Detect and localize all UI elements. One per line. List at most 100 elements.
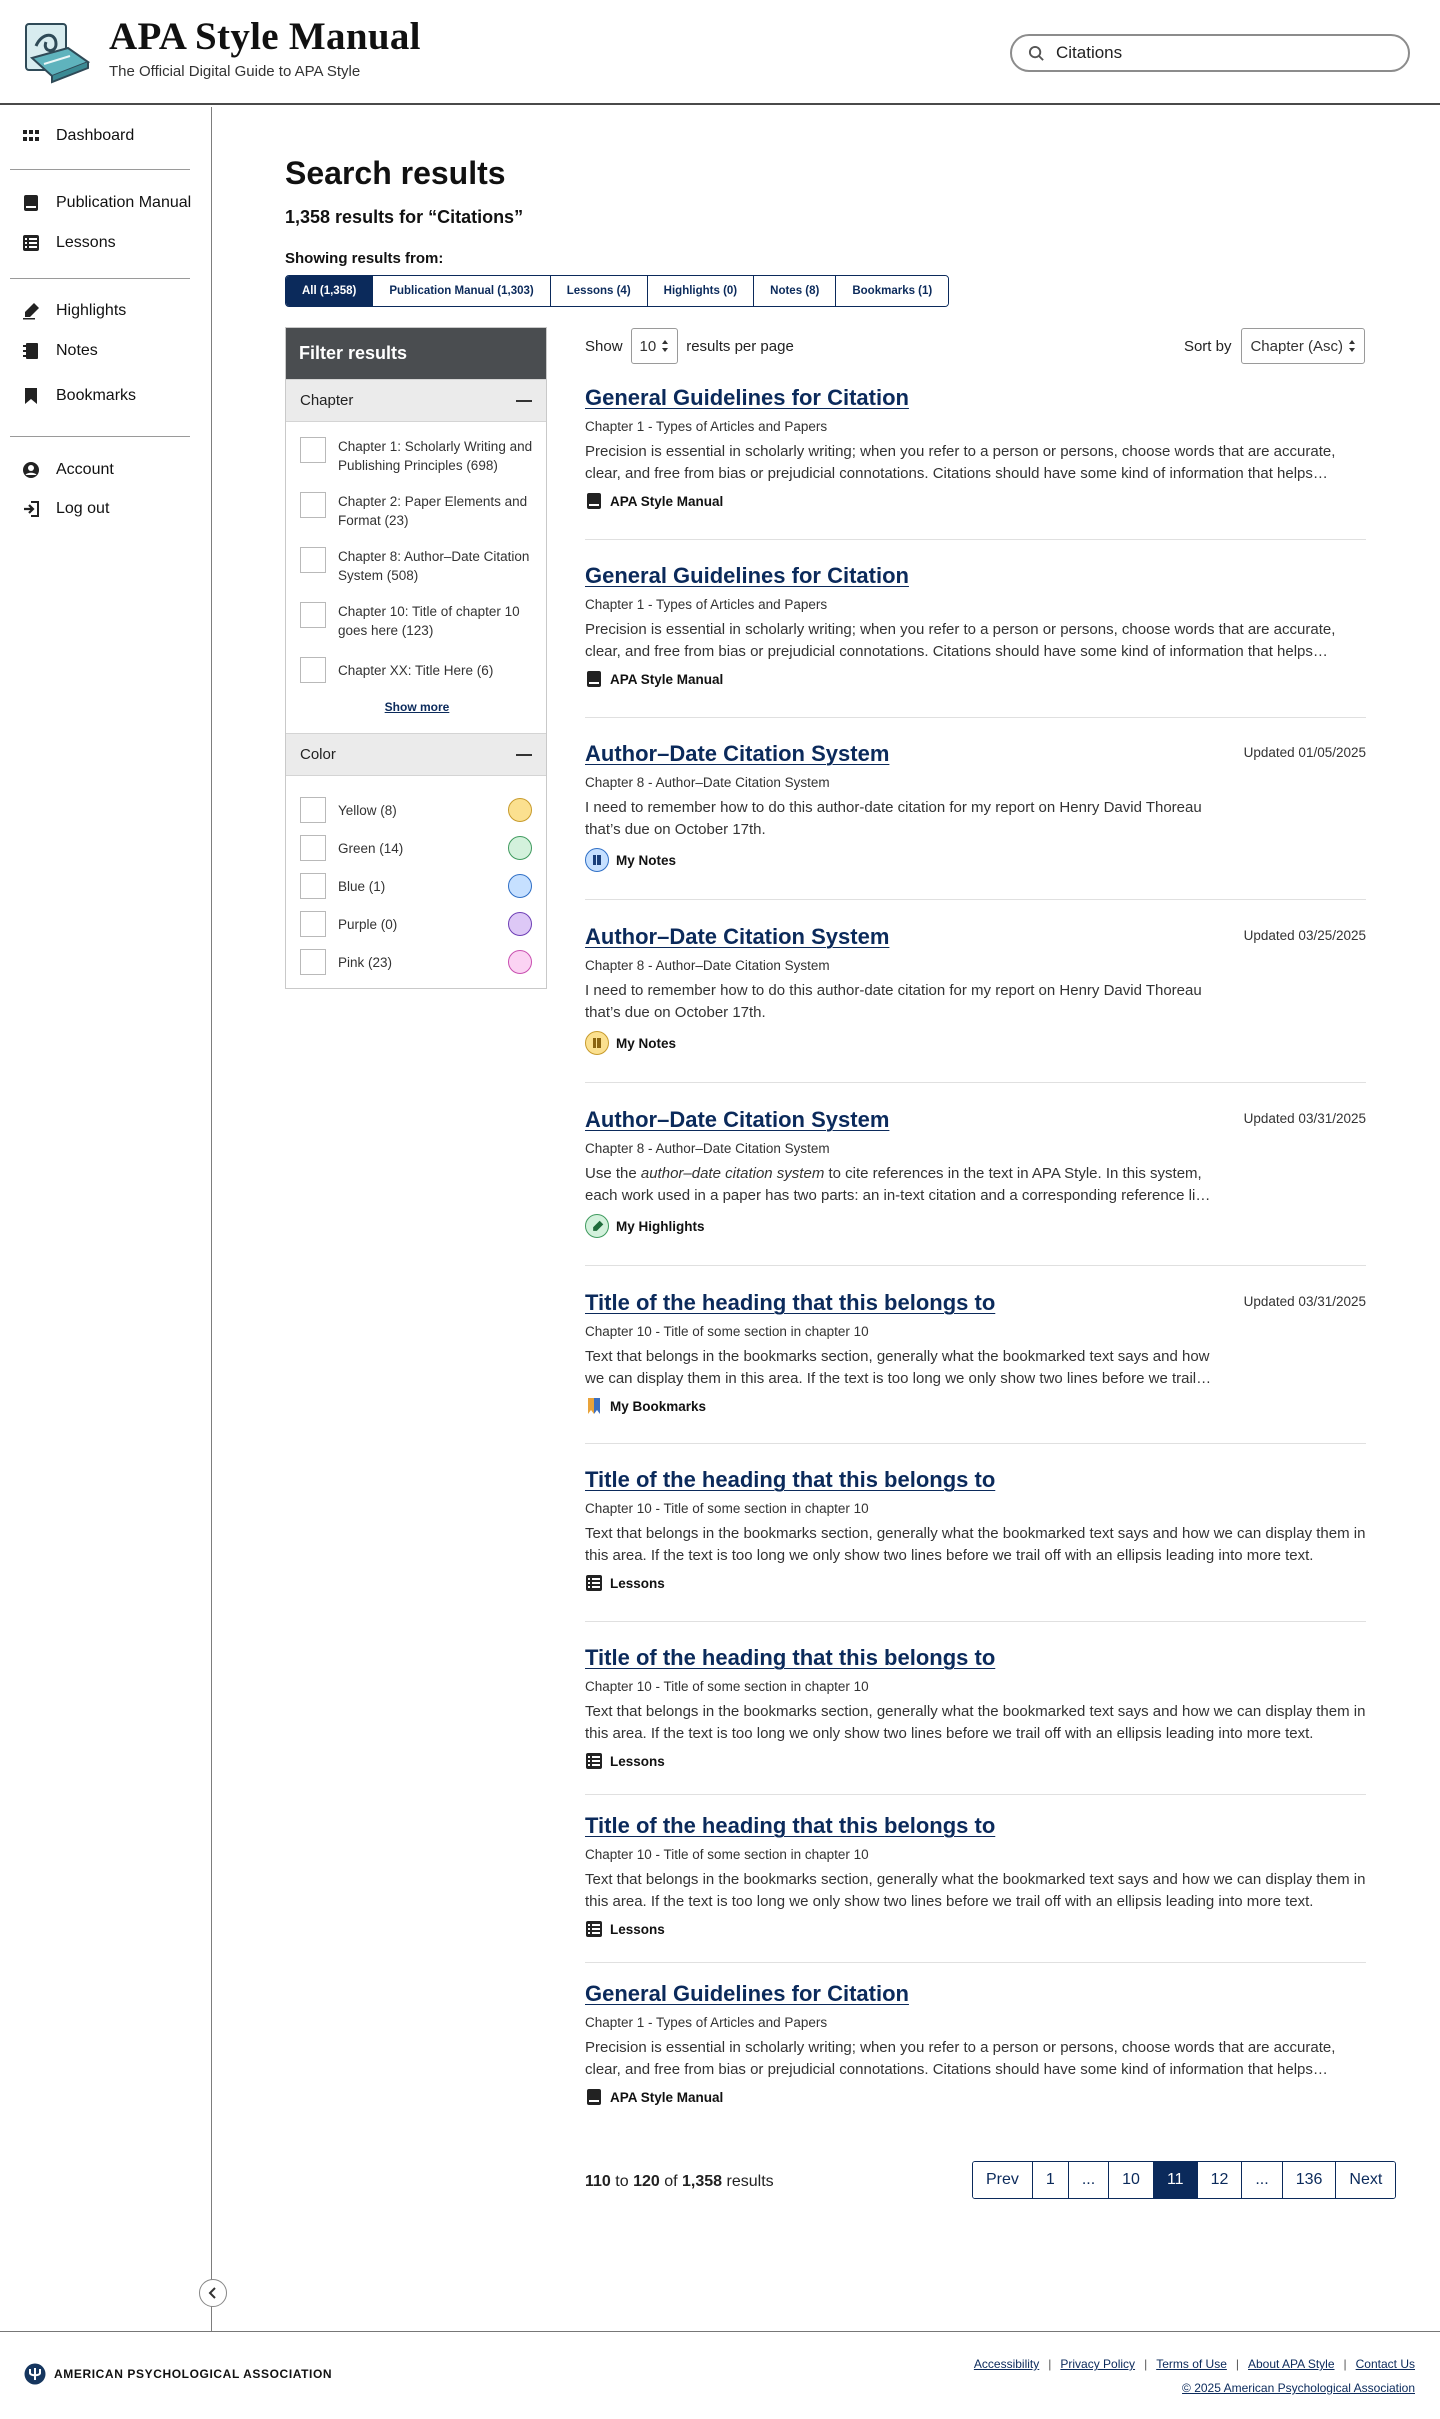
- sidebar-item-lessons[interactable]: Lessons: [22, 234, 116, 252]
- result-chapter: Chapter 8 - Author–Date Citation System: [585, 775, 830, 790]
- color-filter-option[interactable]: Purple (0): [300, 911, 535, 937]
- chevron-left-icon: [208, 2287, 216, 2299]
- color-facet-toggle[interactable]: Color: [286, 733, 546, 776]
- per-page-select[interactable]: 10: [630, 328, 679, 364]
- per-page-suffix: results per page: [686, 337, 794, 355]
- search-input[interactable]: [1056, 42, 1396, 64]
- pink-swatch: [508, 950, 532, 974]
- result-title-link[interactable]: Title of the heading that this belongs t…: [585, 1813, 995, 1839]
- collapse-icon: [516, 399, 532, 402]
- checkbox[interactable]: [300, 949, 326, 975]
- color-filter-option[interactable]: Green (14): [300, 835, 535, 861]
- result-title-link[interactable]: General Guidelines for Citation: [585, 563, 909, 589]
- checkbox[interactable]: [300, 835, 326, 861]
- tab-publication-manual[interactable]: Publication Manual (1,303): [372, 276, 550, 306]
- chapter-facet-toggle[interactable]: Chapter: [286, 379, 546, 422]
- page-button[interactable]: 1: [1031, 2162, 1068, 2198]
- footer-link-about[interactable]: About APA Style: [1248, 2357, 1335, 2371]
- checkbox[interactable]: [300, 437, 326, 463]
- result-chapter: Chapter 1 - Types of Articles and Papers: [585, 2015, 828, 2030]
- sidebar-item-notes[interactable]: Notes: [22, 342, 98, 360]
- chapter-filter-option[interactable]: Chapter 2: Paper Elements and Format (23…: [300, 492, 535, 530]
- sidebar-collapse-button[interactable]: [199, 2279, 227, 2307]
- result-source: My Highlights: [585, 1214, 1366, 1238]
- sidebar-item-highlights[interactable]: Highlights: [22, 302, 126, 320]
- color-filter-option[interactable]: Yellow (8): [300, 797, 535, 823]
- search-box[interactable]: [1010, 34, 1410, 72]
- page-button[interactable]: 10: [1108, 2162, 1153, 2198]
- footer-link-terms[interactable]: Terms of Use: [1156, 2357, 1227, 2371]
- prev-page-button[interactable]: Prev: [973, 2162, 1032, 2198]
- result-source: Lessons: [585, 1574, 1366, 1592]
- page-title: Search results: [285, 155, 506, 191]
- sidebar-item-logout[interactable]: Log out: [22, 500, 109, 518]
- color-filter-option[interactable]: Blue (1): [300, 873, 535, 899]
- result-title-link[interactable]: Title of the heading that this belongs t…: [585, 1467, 995, 1493]
- filter-panel: Filter results Chapter Chapter 1: Schola…: [285, 327, 547, 989]
- chapter-filter-option[interactable]: Chapter XX: Title Here (6): [300, 657, 535, 683]
- result-title-link[interactable]: Author–Date Citation System: [585, 1107, 889, 1133]
- copyright[interactable]: © 2025 American Psychological Associatio…: [1182, 2381, 1415, 2395]
- sidebar-item-account[interactable]: Account: [22, 461, 114, 479]
- page-button[interactable]: 12: [1196, 2162, 1242, 2198]
- site-subtitle: The Official Digital Guide to APA Style: [109, 63, 361, 80]
- show-more-link[interactable]: Show more: [286, 700, 548, 714]
- checkbox[interactable]: [300, 911, 326, 937]
- collapse-icon: [516, 753, 532, 756]
- apa-logo-icon[interactable]: [22, 18, 96, 88]
- result-divider: [585, 899, 1366, 900]
- sort-select[interactable]: Chapter (Asc): [1241, 328, 1365, 364]
- footer-link-contact[interactable]: Contact Us: [1356, 2357, 1415, 2371]
- result-item: General Guidelines for Citation Chapter …: [585, 385, 1366, 510]
- grid-icon: [23, 130, 39, 141]
- range-results-word: results: [726, 2173, 774, 2190]
- current-page-button[interactable]: 11: [1152, 2162, 1197, 2198]
- result-item: Author–Date Citation System Updated 03/3…: [585, 1107, 1366, 1238]
- result-item: General Guidelines for Citation Chapter …: [585, 563, 1366, 688]
- footer-link-accessibility[interactable]: Accessibility: [974, 2357, 1039, 2371]
- notebook-icon: [23, 343, 38, 359]
- range-to-word: to: [615, 2173, 629, 2190]
- tab-highlights[interactable]: Highlights (0): [646, 276, 754, 306]
- footer-links: Accessibility | Privacy Policy | Terms o…: [974, 2357, 1415, 2371]
- sidebar-item-publication-manual[interactable]: Publication Manual: [22, 194, 191, 212]
- checkbox[interactable]: [300, 873, 326, 899]
- result-chapter: Chapter 10 - Title of some section in ch…: [585, 1324, 869, 1339]
- tab-all[interactable]: All (1,358): [286, 276, 373, 306]
- tab-lessons[interactable]: Lessons (4): [549, 276, 647, 306]
- result-title-link[interactable]: Author–Date Citation System: [585, 924, 889, 950]
- tab-bookmarks[interactable]: Bookmarks (1): [835, 276, 949, 306]
- option-label: Yellow (8): [338, 803, 397, 818]
- result-title-link[interactable]: Title of the heading that this belongs t…: [585, 1645, 995, 1671]
- chapter-filter-option[interactable]: Chapter 8: Author–Date Citation System (…: [300, 547, 535, 585]
- updown-icon: [1349, 340, 1356, 352]
- sidebar-item-label: Account: [56, 461, 114, 478]
- checkbox[interactable]: [300, 492, 326, 518]
- next-page-button[interactable]: Next: [1335, 2162, 1396, 2198]
- result-title-link[interactable]: General Guidelines for Citation: [585, 385, 909, 411]
- result-excerpt: I need to remember how to do this author…: [585, 799, 1202, 838]
- apa-footer-logo[interactable]: AMERICAN PSYCHOLOGICAL ASSOCIATION: [24, 2363, 332, 2385]
- tab-notes[interactable]: Notes (8): [753, 276, 836, 306]
- chapter-filter-option[interactable]: Chapter 10: Title of chapter 10 goes her…: [300, 602, 535, 640]
- result-title-link[interactable]: General Guidelines for Citation: [585, 1981, 909, 2007]
- sidebar-item-dashboard[interactable]: Dashboard: [22, 127, 134, 145]
- site-title[interactable]: APA Style Manual: [109, 14, 421, 59]
- checkbox[interactable]: [300, 602, 326, 628]
- pagination: Prev 1 ... 10 11 12 ... 136 Next: [972, 2161, 1397, 2199]
- purple-swatch: [508, 912, 532, 936]
- source-label: My Notes: [616, 1035, 677, 1051]
- result-title-link[interactable]: Author–Date Citation System: [585, 741, 889, 767]
- checkbox[interactable]: [300, 797, 326, 823]
- checkbox[interactable]: [300, 657, 326, 683]
- page-button[interactable]: 136: [1281, 2162, 1336, 2198]
- checkbox[interactable]: [300, 547, 326, 573]
- option-label: Chapter 2: Paper Elements and Format (23…: [338, 494, 528, 528]
- footer-link-privacy[interactable]: Privacy Policy: [1060, 2357, 1135, 2371]
- option-label: Green (14): [338, 841, 404, 856]
- result-title-link[interactable]: Title of the heading that this belongs t…: [585, 1290, 995, 1316]
- chapter-filter-option[interactable]: Chapter 1: Scholarly Writing and Publish…: [300, 437, 535, 475]
- option-label: Pink (23): [338, 955, 393, 970]
- sidebar-item-bookmarks[interactable]: Bookmarks: [22, 387, 136, 405]
- color-filter-option[interactable]: Pink (23): [300, 949, 535, 975]
